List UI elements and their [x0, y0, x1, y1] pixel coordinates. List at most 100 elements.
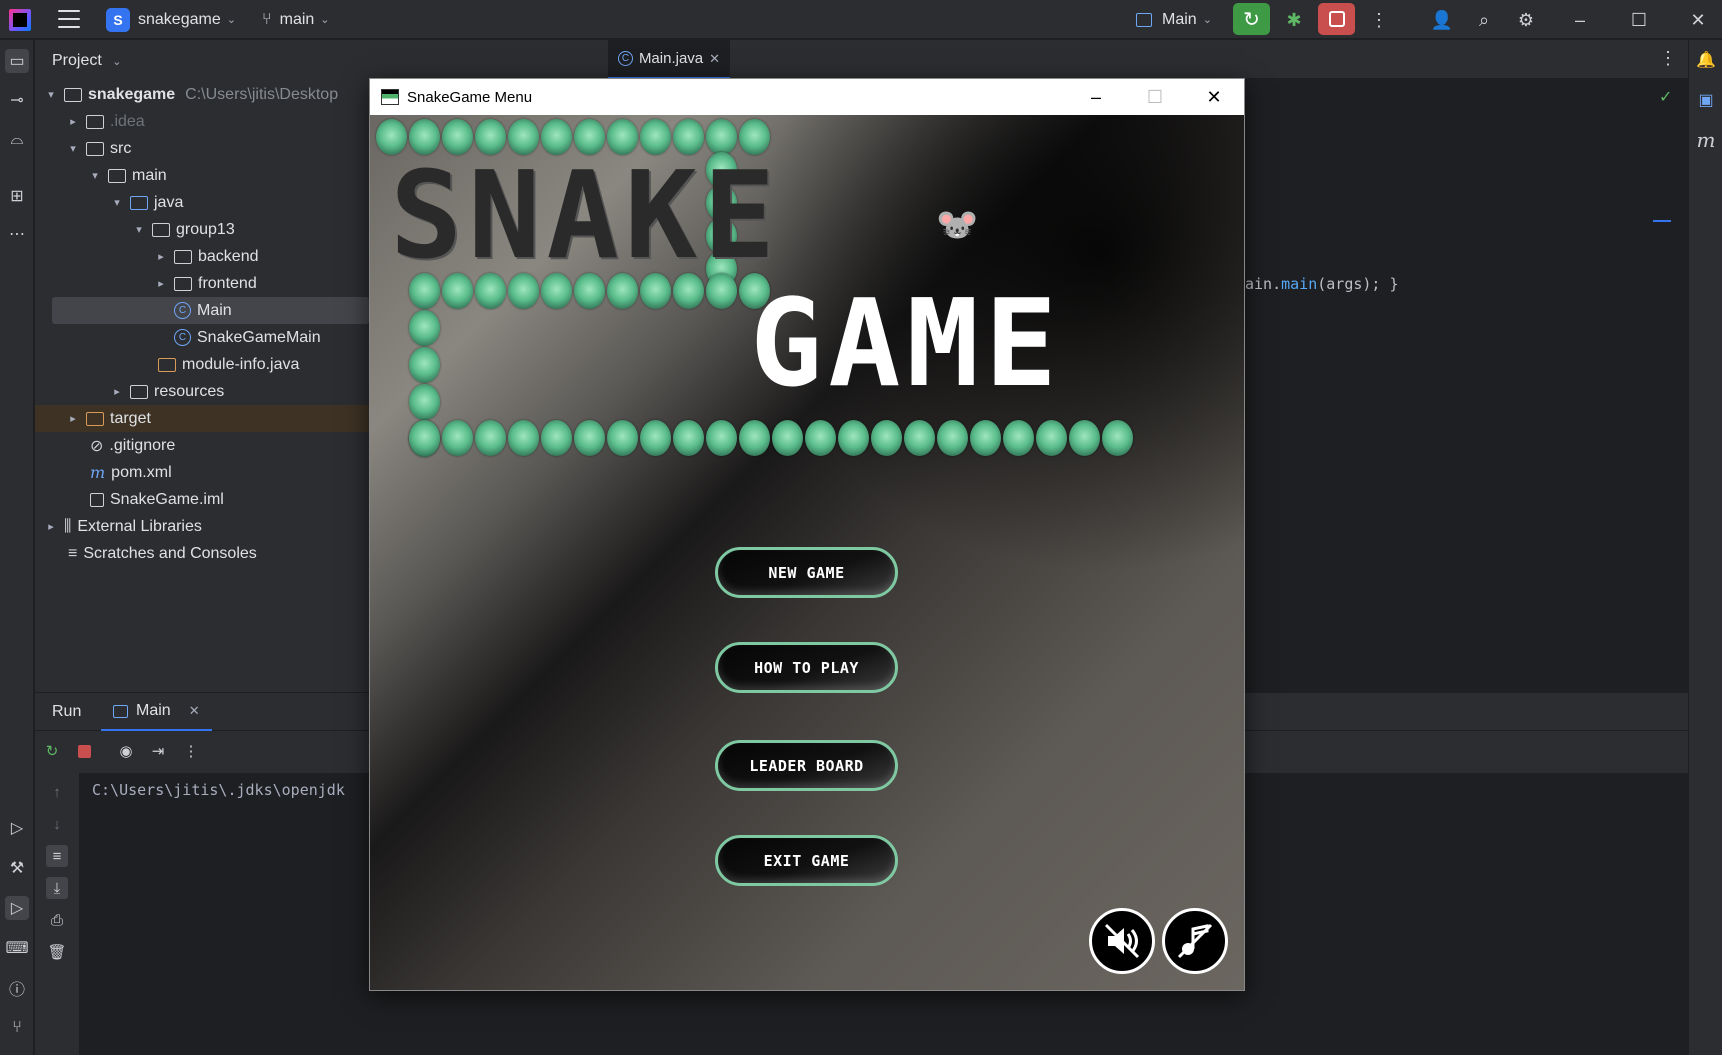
debug-icon[interactable]: ✱ — [1282, 8, 1306, 32]
exit-game-button[interactable]: EXIT GAME — [715, 835, 898, 886]
exit-icon[interactable]: ⇥ — [147, 740, 169, 762]
title-snake: SNAKE — [390, 147, 782, 286]
minimize-icon[interactable]: – — [1568, 8, 1592, 32]
run-config-icon — [1136, 12, 1152, 27]
snake-body-segment — [640, 420, 671, 456]
project-switcher[interactable]: S snakegame ⌄ — [106, 0, 236, 39]
mouse-icon: 🐭 — [936, 206, 979, 244]
tree-item-label: .gitignore — [109, 436, 176, 454]
notifications-bell-icon[interactable]: 🔔 — [1694, 48, 1718, 72]
intellij-logo-icon[interactable] — [9, 9, 31, 31]
tree-item-iml[interactable]: SnakeGame.iml — [35, 486, 369, 513]
folder-icon — [86, 141, 104, 156]
run-config-selector[interactable]: Main ⌄ — [1136, 0, 1212, 39]
tree-item-module-info[interactable]: module-info.java — [35, 351, 369, 378]
snake-body-segment — [409, 384, 440, 420]
commit-icon[interactable]: ⊸ — [5, 88, 29, 112]
maximize-icon[interactable]: ☐ — [1627, 8, 1651, 32]
tab-label: Main.java — [638, 50, 704, 67]
stop-button[interactable] — [1318, 3, 1355, 35]
tree-item-resources[interactable]: ▸ resources — [35, 378, 369, 405]
tree-item-src[interactable]: ▾ src — [35, 135, 369, 162]
git-icon[interactable]: ⑂ — [5, 1016, 29, 1040]
problems-icon[interactable]: ⓘ — [5, 976, 29, 1000]
snake-body-segment — [508, 420, 539, 456]
branch-switcher[interactable]: ⑂ main ⌄ — [262, 0, 330, 39]
class-icon: C — [617, 51, 633, 66]
search-icon[interactable]: ⌕ — [1472, 8, 1496, 32]
close-tab-icon[interactable]: ✕ — [709, 51, 720, 67]
print-icon[interactable]: ⎙ — [46, 909, 68, 931]
collapse-arrow-icon: ▸ — [70, 413, 76, 425]
tree-item-label: SnakeGame.iml — [110, 490, 224, 508]
tree-item-gitignore[interactable]: ⊘ .gitignore — [35, 432, 369, 459]
snake-body-segment — [838, 420, 869, 456]
tree-item-pom[interactable]: m pom.xml — [35, 459, 369, 486]
maven-icon[interactable]: m — [1694, 128, 1718, 152]
camera-icon[interactable]: ◉ — [115, 740, 137, 762]
expand-arrow-icon: ▾ — [92, 170, 98, 182]
run-config-name: Main — [1162, 10, 1197, 28]
rerun-icon[interactable]: ↻ — [41, 740, 63, 762]
new-game-button[interactable]: NEW GAME — [715, 547, 898, 598]
tree-item-group13[interactable]: ▾ group13 — [35, 216, 369, 243]
expand-arrow-icon: ▾ — [136, 224, 142, 236]
collapse-arrow-icon: ▸ — [70, 116, 76, 128]
game-window-titlebar[interactable]: SnakeGame Menu – ☐ ✕ — [370, 79, 1244, 115]
tree-item-label: java — [154, 193, 184, 211]
tree-item-label: .idea — [110, 112, 145, 130]
more-vertical-icon[interactable]: ⋮ — [180, 740, 202, 762]
right-tool-strip: 🔔 ▣ m — [1688, 40, 1722, 1055]
tree-root[interactable]: ▾ snakegame C:\Users\jitis\Desktop — [35, 81, 369, 108]
code-line[interactable]: ain.main(args); } — [1245, 275, 1399, 293]
how-to-play-button[interactable]: HOW TO PLAY — [715, 642, 898, 693]
more-tools-icon[interactable]: ⋯ — [5, 222, 29, 246]
tree-item-external-libraries[interactable]: ▸ ⫼ External Libraries — [35, 513, 369, 540]
tree-item-target[interactable]: ▸ target — [35, 405, 369, 432]
settings-gear-icon[interactable]: ⚙ — [1514, 8, 1538, 32]
close-icon[interactable]: ✕ — [1185, 79, 1243, 115]
scroll-down-icon[interactable]: ↓ — [46, 813, 68, 835]
tree-item-backend[interactable]: ▸ backend — [35, 243, 369, 270]
mute-sound-button[interactable] — [1089, 908, 1155, 974]
stop-icon[interactable] — [73, 740, 95, 762]
tree-item-frontend[interactable]: ▸ frontend — [35, 270, 369, 297]
tree-item-main-class[interactable]: C Main — [52, 297, 369, 324]
java-file-icon — [158, 357, 176, 372]
tree-item-scratches[interactable]: ≡ Scratches and Consoles — [35, 540, 369, 567]
close-icon[interactable]: ✕ — [1686, 8, 1710, 32]
tree-item-label: main — [132, 166, 167, 184]
more-vertical-icon[interactable]: ⋮ — [1367, 8, 1391, 32]
add-user-icon[interactable]: 👤 — [1430, 8, 1454, 32]
project-folder-icon[interactable]: ▭ — [5, 49, 29, 73]
soft-wrap-icon[interactable]: ≡ — [46, 845, 68, 867]
build-icon[interactable]: ⚒ — [5, 856, 29, 880]
project-panel-title: Project — [52, 52, 102, 69]
code-prefix: ain. — [1245, 275, 1282, 293]
leader-board-button[interactable]: LEADER BOARD — [715, 740, 898, 791]
trash-icon[interactable]: 🗑 — [46, 941, 68, 963]
services-icon[interactable]: ▷ — [5, 816, 29, 840]
mute-music-button[interactable] — [1162, 908, 1228, 974]
tree-item-snakegamemain[interactable]: C SnakeGameMain — [35, 324, 369, 351]
project-panel-header[interactable]: Project ⌄ — [52, 52, 121, 70]
scroll-to-end-icon[interactable]: ⤓ — [46, 877, 68, 899]
game-menu-canvas: 🐭 NEW GAME HOW TO PLAY LEADER BOARD EXIT… — [370, 115, 1244, 990]
terminal-icon[interactable]: ⌨ — [5, 936, 29, 960]
minimize-icon[interactable]: – — [1067, 79, 1125, 115]
close-tab-icon[interactable]: ✕ — [189, 703, 200, 719]
tree-item-java[interactable]: ▾ java — [35, 189, 369, 216]
structure-icon[interactable]: ⊞ — [5, 184, 29, 208]
main-menu-icon[interactable] — [58, 10, 80, 28]
plugin-image-icon[interactable]: ▣ — [1694, 88, 1718, 112]
tab-run-main[interactable]: Main ✕ — [101, 693, 212, 731]
tree-item-idea[interactable]: ▸ .idea — [35, 108, 369, 135]
rerun-button[interactable]: ↻ — [1233, 3, 1270, 35]
tab-main-java[interactable]: C Main.java ✕ — [608, 40, 730, 79]
scroll-up-icon[interactable]: ↑ — [46, 781, 68, 803]
tree-item-main[interactable]: ▾ main — [35, 162, 369, 189]
pull-requests-icon[interactable]: ⌓ — [5, 128, 29, 152]
run-tool-icon[interactable]: ▷ — [5, 896, 29, 920]
class-icon: C — [174, 329, 191, 346]
more-vertical-icon[interactable]: ⋮ — [1659, 48, 1677, 69]
